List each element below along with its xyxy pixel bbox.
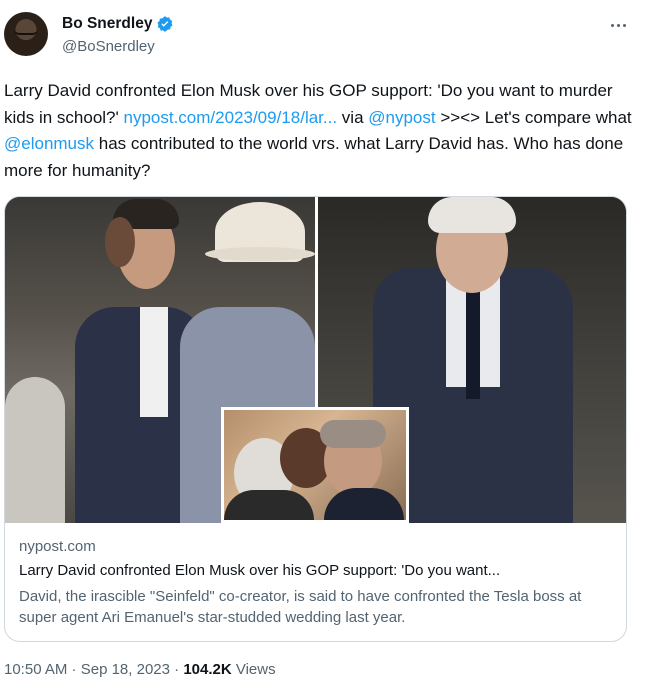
card-title: Larry David confronted Elon Musk over hi…	[19, 562, 501, 579]
card-photo-inset	[221, 407, 409, 523]
link-preview-card[interactable]: nypost.com Larry David confronted Elon M…	[4, 196, 627, 642]
card-image[interactable]	[5, 197, 626, 523]
tweet-link[interactable]: nypost.com/2023/09/18/lar...	[123, 108, 337, 127]
card-domain: nypost.com	[19, 538, 96, 555]
author-handle[interactable]: @BoSnerdley	[62, 38, 155, 55]
verified-badge-icon	[156, 15, 174, 33]
tweet: Bo Snerdley @BoSnerdley Larry David conf…	[0, 0, 650, 697]
views-count: 104.2K	[183, 661, 232, 678]
tweet-text-segment: >><> Let's compare what	[435, 107, 632, 127]
tweet-meta: 10:50 AM · Sep 18, 2023 · 104.2K Views	[4, 661, 276, 678]
avatar-glasses	[14, 28, 38, 35]
more-options-icon[interactable]	[608, 18, 628, 32]
tweet-text: Larry David confronted Elon Musk over hi…	[4, 78, 634, 184]
meta-separator: ·	[67, 661, 81, 678]
author-name-row: Bo Snerdley	[62, 15, 174, 33]
tweet-date[interactable]: Sep 18, 2023	[81, 661, 170, 678]
tweet-text-segment: has contributed to the world vrs. what L…	[4, 134, 624, 180]
views-label: Views	[231, 661, 276, 678]
mention-nypost[interactable]: @nypost	[368, 108, 435, 127]
mention-elonmusk[interactable]: @elonmusk	[4, 134, 94, 153]
tweet-time[interactable]: 10:50 AM	[4, 661, 67, 678]
tweet-text-segment: via	[337, 107, 369, 127]
card-description: David, the irascible "Seinfeld" co-creat…	[19, 588, 582, 626]
author-display-name[interactable]: Bo Snerdley	[62, 15, 152, 33]
meta-separator: ·	[169, 661, 184, 678]
avatar[interactable]	[4, 12, 48, 56]
